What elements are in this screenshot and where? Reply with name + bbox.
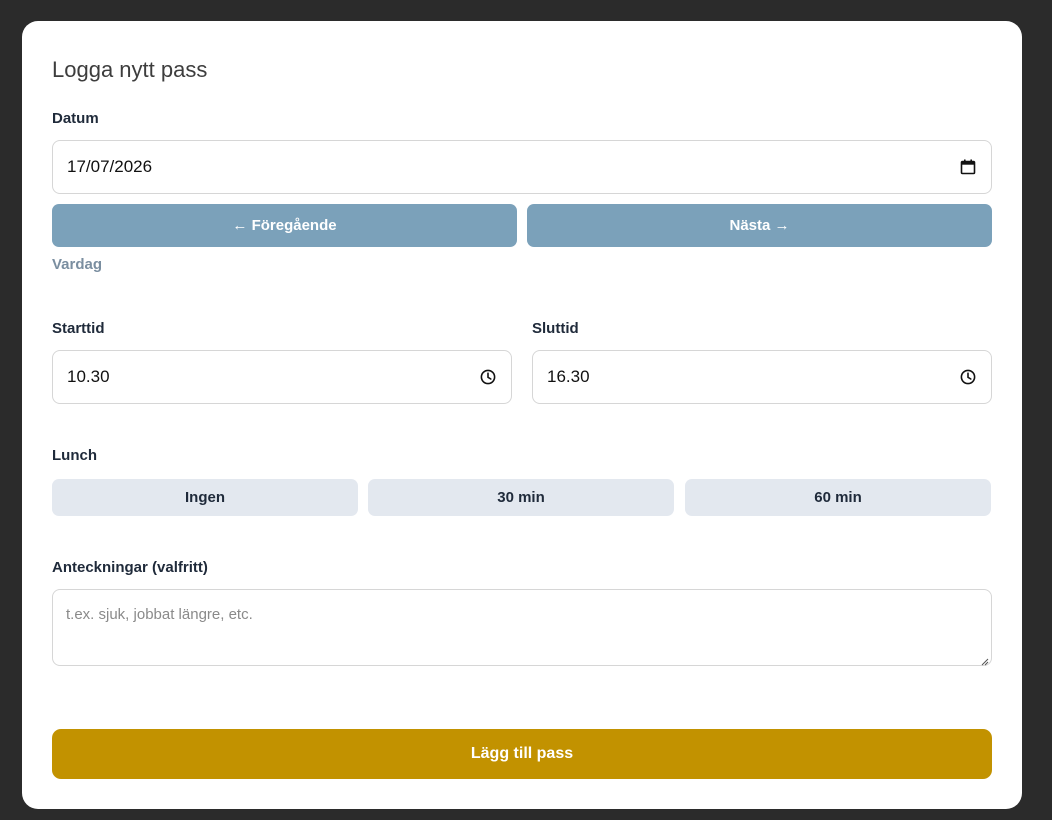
page-title: Logga nytt pass — [52, 57, 208, 82]
previous-day-button[interactable]: ← Föregående — [52, 204, 517, 247]
notes-placeholder: t.ex. sjuk, jobbat längre, etc. — [66, 606, 253, 623]
lunch-label: Lunch — [52, 447, 97, 464]
add-shift-button[interactable]: Lägg till pass — [52, 729, 992, 779]
start-time-input[interactable]: 10.30 — [52, 350, 512, 404]
date-input[interactable]: 17/07/2026 — [52, 140, 992, 194]
notes-textarea[interactable]: t.ex. sjuk, jobbat längre, etc. — [52, 589, 992, 666]
lunch-option-30[interactable]: 30 min — [368, 479, 674, 516]
next-day-button[interactable]: Nästa → — [527, 204, 992, 247]
start-time-label: Starttid — [52, 320, 105, 337]
end-time-input[interactable]: 16.30 — [532, 350, 992, 404]
clock-icon[interactable] — [479, 368, 497, 386]
start-time-value: 10.30 — [67, 367, 110, 386]
resize-handle-icon[interactable] — [979, 653, 989, 666]
date-value: 17/07/2026 — [67, 157, 153, 176]
date-label: Datum — [52, 110, 99, 127]
lunch-option-60[interactable]: 60 min — [685, 479, 991, 516]
end-time-value: 16.30 — [547, 367, 590, 386]
end-time-label: Sluttid — [532, 320, 579, 337]
calendar-icon[interactable] — [959, 158, 977, 176]
clock-icon[interactable] — [959, 368, 977, 386]
notes-label: Anteckningar (valfritt) — [52, 559, 208, 576]
day-type-text: Vardag — [52, 256, 103, 273]
log-shift-card: Logga nytt pass Datum 17/07/2026 ← Föreg… — [22, 21, 1022, 809]
lunch-option-none[interactable]: Ingen — [52, 479, 358, 516]
